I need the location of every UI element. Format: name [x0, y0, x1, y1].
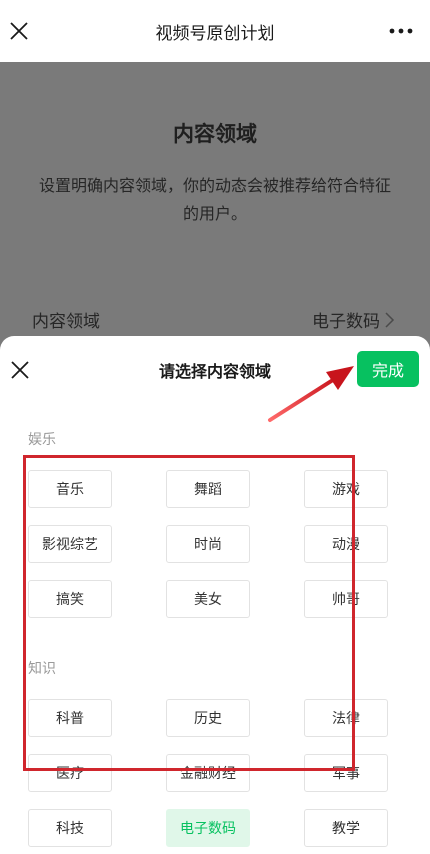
tag-beauty[interactable]: 美女 — [166, 580, 250, 618]
tag-electronics-selected[interactable]: 电子数码 — [166, 809, 250, 847]
tag-finance[interactable]: 金融财经 — [166, 754, 250, 792]
tag-games[interactable]: 游戏 — [304, 470, 388, 508]
chevron-right-icon — [384, 310, 396, 330]
content-domain-row-label: 内容领域 — [32, 312, 100, 332]
page-title: 视频号原创计划 — [155, 23, 275, 44]
tag-film-variety[interactable]: 影视综艺 — [28, 525, 112, 563]
tag-fashion[interactable]: 时尚 — [166, 525, 250, 563]
tag-science[interactable]: 科普 — [28, 699, 112, 737]
tag-anime[interactable]: 动漫 — [304, 525, 388, 563]
section-label-knowledge: 知识 — [28, 661, 56, 677]
tag-history[interactable]: 历史 — [166, 699, 250, 737]
more-icon[interactable] — [386, 16, 416, 46]
content-domain-description: 设置明确内容领域，你的动态会被推荐给符合特征的用户。 — [38, 176, 391, 223]
tag-medical[interactable]: 医疗 — [28, 754, 112, 792]
tag-dance[interactable]: 舞蹈 — [166, 470, 250, 508]
tag-military[interactable]: 军事 — [304, 754, 388, 792]
tag-law[interactable]: 法律 — [304, 699, 388, 737]
top-bar: 视频号原创计划 — [0, 0, 430, 62]
done-button[interactable]: 完成 — [357, 351, 419, 387]
tag-music[interactable]: 音乐 — [28, 470, 112, 508]
tag-handsome[interactable]: 帅哥 — [304, 580, 388, 618]
close-icon[interactable] — [4, 16, 34, 46]
domain-picker-sheet: 请选择内容领域 完成 娱乐 音乐 舞蹈 游戏 影视综艺 时尚 动漫 搞笑 美女 … — [0, 336, 430, 854]
section-label-entertainment: 娱乐 — [28, 432, 56, 448]
tag-funny[interactable]: 搞笑 — [28, 580, 112, 618]
content-domain-heading: 内容领域 — [173, 122, 257, 146]
tag-teaching[interactable]: 教学 — [304, 809, 388, 847]
sheet-header: 请选择内容领域 完成 — [0, 336, 430, 402]
tag-technology[interactable]: 科技 — [28, 809, 112, 847]
content-domain-row-value: 电子数码 — [312, 312, 380, 332]
